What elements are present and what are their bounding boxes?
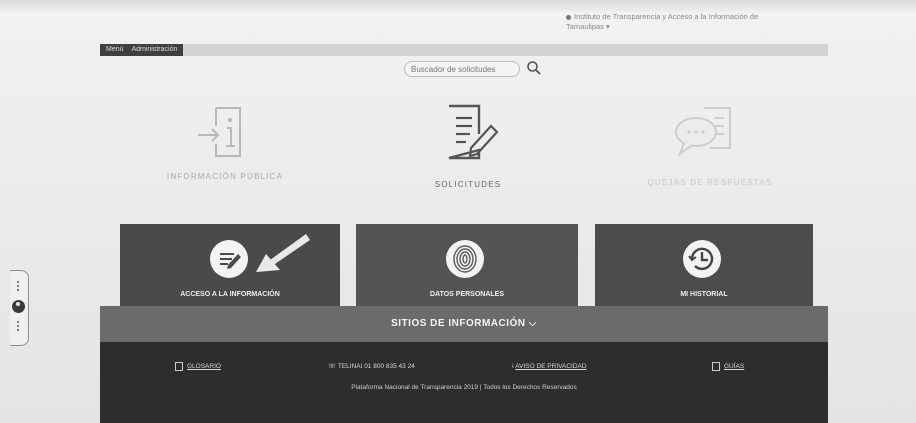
a11y-dots-top [17, 281, 19, 293]
guide-icon [712, 362, 720, 371]
menu-item-menu[interactable]: Menú [106, 46, 124, 53]
document-arrow-icon [198, 107, 241, 157]
footer-aviso-label: AVISO DE PRIVACIDAD [515, 363, 587, 370]
arrow-pointer-icon [256, 234, 310, 272]
institution-selector[interactable]: Instituto de Transparencia y Acceso a la… [566, 12, 766, 32]
nav-quejas-label: QUEJAS DE RESPUESTAS [647, 178, 773, 187]
accessibility-icon[interactable] [12, 300, 25, 313]
a11y-dots-bottom [17, 321, 19, 333]
footer-aviso-link[interactable]: ⅰ AVISO DE PRIVACIDAD [512, 362, 587, 370]
document-pencil-icon [448, 104, 499, 160]
top-edge [0, 0, 916, 12]
footer-guias-link[interactable]: GUÍAS [712, 362, 744, 371]
panel-datos-personales[interactable]: DATOS PERSONALES [356, 224, 578, 312]
footer-glosario-label: GLOSARIO [187, 363, 221, 371]
panel-acceso-informacion[interactable]: ACCESO A LA INFORMACIÓN [120, 224, 340, 312]
document-edit-icon [210, 240, 248, 278]
footer-copyright: Plataforma Nacional de Transparencia 201… [351, 384, 577, 391]
chevron-down-icon: ⌵ [528, 318, 537, 329]
footer-telefono: ☏ TELINAI 01 800 835 43 24 [328, 362, 415, 370]
footer-telefono-label: TELINAI 01 800 835 43 24 [337, 363, 415, 370]
sitios-label: SITIOS DE INFORMACIÓN [391, 318, 526, 329]
institution-dot-icon [566, 14, 571, 20]
panel-mi-historial[interactable]: MI HISTORIAL [595, 224, 813, 312]
search-icon[interactable] [526, 60, 542, 76]
fingerprint-icon [446, 240, 484, 278]
nav-quejas-respuestas[interactable]: QUEJAS DE RESPUESTAS [620, 106, 800, 187]
nav-informacion-publica-label: INFORMACIÓN PÚBLICA [166, 172, 284, 181]
institution-name: Instituto de Transparencia y Acceso a la… [566, 12, 759, 31]
speech-bubble-document-icon [675, 107, 731, 157]
menu-bar [100, 44, 828, 56]
panel-acceso-label: ACCESO A LA INFORMACIÓN [180, 291, 280, 298]
accessibility-widget[interactable] [10, 270, 29, 346]
panel-historial-label: MI HISTORIAL [680, 291, 728, 298]
search-input[interactable] [404, 61, 520, 77]
footer-guias-label: GUÍAS [724, 363, 745, 371]
footer: GLOSARIO ☏ TELINAI 01 800 835 43 24 ⅰ AV… [100, 342, 828, 423]
book-icon [175, 362, 183, 371]
nav-solicitudes-label: SOLICITUDES [434, 180, 502, 189]
phone-icon: ☏ [328, 363, 338, 370]
sitios-informacion-bar[interactable]: SITIOS DE INFORMACIÓN ⌵ [100, 306, 828, 342]
nav-solicitudes[interactable]: SOLICITUDES [398, 104, 538, 189]
footer-glosario-link[interactable]: GLOSARIO [175, 362, 221, 371]
nav-informacion-publica[interactable]: INFORMACIÓN PÚBLICA [150, 104, 300, 181]
history-clock-icon [683, 240, 721, 278]
menu-item-administracion[interactable]: Administración [131, 46, 177, 53]
panel-datos-label: DATOS PERSONALES [429, 291, 505, 298]
menu-pill[interactable]: Menú Administración [100, 44, 184, 56]
